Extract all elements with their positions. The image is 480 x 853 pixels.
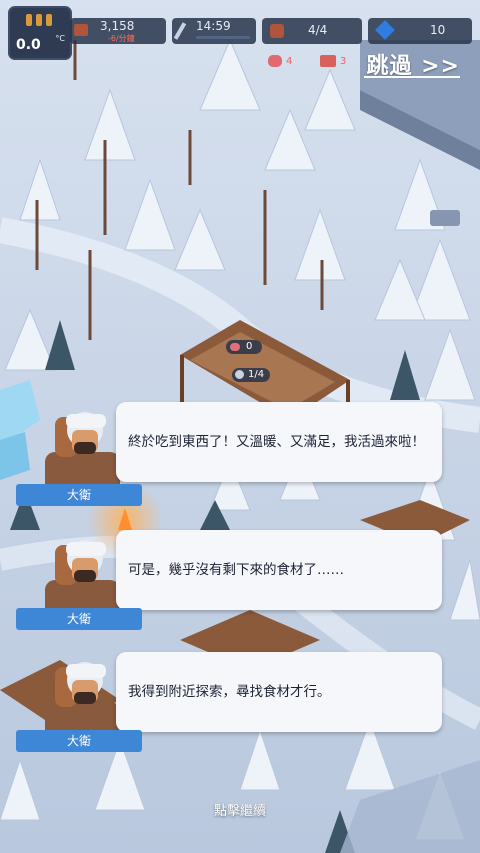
time-progress [196, 36, 250, 39]
tap-to-continue[interactable]: 點擊繼續 [0, 800, 480, 819]
speaker-name: 大衛 [16, 484, 142, 506]
gem-panel[interactable]: 10 [368, 18, 472, 44]
wood-count: 3,158 [100, 19, 135, 33]
skip-underline [364, 76, 460, 78]
dialogue-bubble[interactable]: 我得到附近探索，尋找食材才行。 [116, 652, 442, 732]
diamond-icon [375, 20, 395, 40]
pot-icon [235, 370, 244, 379]
speaker-name: 大衛 [16, 608, 142, 630]
wood-icon [74, 24, 88, 36]
dialogue-2: 可是，幾乎沒有剩下來的食材了…… 大衛 [0, 530, 480, 640]
ticket-icon [320, 55, 336, 67]
speaker-name: 大衛 [16, 730, 142, 752]
wrench-icon [173, 22, 187, 40]
population-icon [270, 24, 284, 38]
cabin-meat-indicator[interactable]: 0 [226, 340, 262, 354]
dialogue-3: 我得到附近探索，尋找食材才行。 大衛 [0, 652, 480, 762]
meat-resource[interactable]: 4 [268, 55, 292, 67]
dialogue-bubble[interactable]: 終於吃到東西了！又溫暖、又滿足，我活過來啦！ [116, 402, 442, 482]
wood-rate: -6/分鐘 [108, 34, 135, 43]
temperature-value: 0.0 [16, 37, 41, 53]
cabin-worker-count: 1/4 [248, 369, 265, 380]
cabin-meat-count: 0 [246, 341, 253, 352]
clock-panel[interactable]: 14:59 [172, 18, 256, 44]
dialogue-text: 可是，幾乎沒有剩下來的食材了…… [128, 562, 344, 578]
dialogue-bubble[interactable]: 可是，幾乎沒有剩下來的食材了…… [116, 530, 442, 610]
ticket-count: 3 [340, 55, 347, 67]
temperature-panel[interactable]: 0.0 °C [8, 6, 72, 60]
meat-icon [230, 343, 240, 351]
meat-resource-icon [268, 55, 282, 67]
temperature-unit: °C [55, 34, 65, 43]
population-panel[interactable]: 4/4 [262, 18, 362, 44]
game-time: 14:59 [196, 19, 231, 33]
meat-resource-count: 4 [286, 55, 293, 67]
gem-count: 10 [430, 23, 446, 37]
top-hud: 0.0 °C 3,158 -6/分鐘 14:59 4/4 10 4 3 跳過 >… [0, 0, 480, 79]
dialogue-text: 我得到附近探索，尋找食材才行。 [128, 684, 331, 700]
population-count: 4/4 [308, 23, 328, 37]
ticket-resource[interactable]: 3 [320, 55, 346, 67]
heat-bars-icon [26, 14, 52, 26]
wood-panel[interactable]: 3,158 -6/分鐘 [70, 18, 166, 44]
dialogue-1: 終於吃到東西了！又溫暖、又滿足，我活過來啦！ 大衛 [0, 402, 480, 512]
dialogue-text: 終於吃到東西了！又溫暖、又滿足，我活過來啦！ [128, 434, 425, 450]
cabin-worker-indicator[interactable]: 1/4 [232, 368, 270, 382]
